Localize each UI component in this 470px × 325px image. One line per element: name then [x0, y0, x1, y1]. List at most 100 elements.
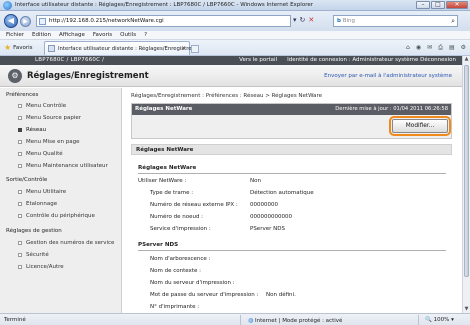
menu-favorites[interactable]: Favoris — [93, 31, 112, 39]
minimize-icon[interactable]: – — [416, 1, 430, 9]
tab-page-icon — [48, 45, 55, 52]
sidebar-item-source-papier[interactable]: Menu Source papier — [18, 115, 81, 121]
globe-icon: ◍ — [248, 317, 254, 324]
menu-tools[interactable]: Outils — [120, 31, 136, 39]
url-actions: ▾ ↻ ✕ — [293, 16, 314, 24]
sidebar-item-qualite[interactable]: Menu Qualité — [18, 151, 63, 157]
new-tab-button[interactable] — [191, 45, 199, 53]
forward-button[interactable]: ▶ — [20, 16, 31, 27]
sidebar-item-licence[interactable]: Licence/Autre — [18, 264, 64, 270]
sidebar-item-numeros-service[interactable]: Gestion des numéros de service — [18, 240, 114, 246]
status-text: Terminé — [4, 317, 26, 323]
page-icon — [39, 18, 46, 25]
favorites-label: Favoris — [13, 44, 33, 51]
security-zone: ◍ Internet | Mode protégé : activé — [248, 317, 343, 324]
device-bar: LBP7680C / LBP7660C / Vers le portail Id… — [0, 56, 462, 65]
sidebar-section-gestion: Réglages de gestion — [6, 228, 62, 234]
url-field[interactable]: http://192.168.0.215/networkNetWare.cgi — [36, 15, 291, 27]
sidebar-item-controle-peripherique[interactable]: Contrôle du périphérique — [18, 213, 95, 219]
zoom-level[interactable]: 🔍 100% ▾ — [425, 317, 454, 323]
setting-label: N° d'imprimante : — [150, 304, 200, 310]
setting-label: Utiliser NetWare : — [138, 178, 187, 184]
divider — [138, 250, 446, 251]
mail-icon[interactable]: ✉ — [427, 44, 432, 52]
sidebar-item-utilitaire[interactable]: Menu Utilitaire — [18, 189, 66, 195]
divider — [240, 315, 241, 325]
dropdown-arrow-icon[interactable]: ▾ — [293, 16, 297, 24]
breadcrumb: Réglages/Enregistrement : Préférences : … — [131, 93, 323, 99]
email-admin-link[interactable]: Envoyer par e-mail à l'administrateur sy… — [324, 73, 452, 79]
page-menu-icon[interactable]: ▤ — [449, 44, 455, 52]
stop-icon[interactable]: ✕ — [308, 16, 314, 24]
search-icon[interactable]: ⌕ — [451, 17, 455, 26]
tools-menu-icon[interactable]: ⚙ — [461, 44, 466, 52]
favorites-button[interactable]: ★ Favoris — [4, 43, 32, 52]
bullet-icon — [18, 139, 22, 144]
status-bar: Terminé ◍ Internet | Mode protégé : acti… — [0, 313, 470, 325]
section-title: Réglages NetWare — [136, 147, 194, 153]
menu-help[interactable]: ? — [144, 31, 147, 39]
setting-label: Nom du serveur d'impression : — [150, 280, 235, 286]
settings-panel: Réglages NetWare Dernière mise à jour : … — [131, 103, 452, 139]
vertical-scrollbar[interactable]: ▲ ▼ — [462, 56, 470, 313]
browser-tab[interactable]: Interface utilisateur distante : Réglage… — [44, 41, 199, 55]
settings-icon: ⚙ — [8, 69, 22, 83]
bullet-icon — [18, 151, 22, 156]
setting-label: Numéro de noeud : — [150, 214, 204, 220]
bullet-icon — [18, 127, 22, 132]
modify-button[interactable]: Modifier... — [389, 116, 451, 136]
divider — [138, 173, 446, 174]
favorites-bar: ★ Favoris Interface utilisateur distante… — [0, 40, 470, 56]
star-icon: ★ — [4, 43, 12, 52]
home-icon[interactable]: ⌂ — [406, 44, 410, 52]
menu-file[interactable]: Fichier — [6, 31, 24, 39]
sidebar-item-securite[interactable]: Sécurité — [18, 252, 49, 258]
window-controls: – □ ✕ — [416, 1, 468, 9]
refresh-icon[interactable]: ↻ — [300, 16, 306, 24]
menu-edit[interactable]: Edition — [32, 31, 51, 39]
bullet-icon — [18, 240, 22, 245]
scroll-thumb[interactable] — [464, 65, 469, 277]
setting-label: Type de trame : — [150, 190, 194, 196]
search-input[interactable]: b Bing ⌕ — [333, 15, 458, 27]
sidebar-item-maintenance[interactable]: Menu Maintenance utilisateur — [18, 163, 108, 169]
setting-value: 000000000000 — [250, 214, 292, 220]
nds-group-title: PServer NDS — [138, 242, 179, 248]
menu-view[interactable]: Affichage — [59, 31, 85, 39]
command-icons: ⌂ ◉ ✉ ⎙ ▤ ⚙ — [406, 44, 466, 52]
print-icon[interactable]: ⎙ — [438, 44, 443, 52]
ie-logo-icon — [3, 1, 12, 10]
setting-value: Non — [250, 178, 261, 184]
panel-body: Modifier... — [132, 115, 451, 138]
scroll-up-icon[interactable]: ▲ — [463, 56, 470, 63]
bullet-icon — [18, 163, 22, 168]
setting-value: Détection automatique — [250, 190, 314, 196]
bullet-icon — [18, 213, 22, 218]
search-placeholder: b Bing — [337, 18, 355, 24]
maximize-icon[interactable]: □ — [431, 1, 445, 9]
portal-link[interactable]: Vers le portail — [239, 57, 277, 63]
bullet-icon — [18, 189, 22, 194]
panel-title: Réglages NetWare — [135, 106, 193, 112]
scroll-down-icon[interactable]: ▼ — [463, 306, 470, 313]
tab-close-icon[interactable]: ✕ — [181, 45, 186, 52]
sidebar-item-mise-en-page[interactable]: Menu Mise en page — [18, 139, 79, 145]
setting-label: Nom d'arborescence : — [150, 256, 211, 262]
bullet-icon — [18, 264, 22, 269]
sidebar-item-menu-controle[interactable]: Menu Contrôle — [18, 103, 66, 109]
sidebar-item-etalonnage[interactable]: Etalonnage — [18, 201, 57, 207]
sidebar-nav: Préférences Menu Contrôle Menu Source pa… — [0, 88, 122, 313]
bullet-icon — [18, 103, 22, 108]
setting-label: Nom de contexte : — [150, 268, 201, 274]
sidebar-section-sortie: Sortie/Contrôle — [6, 177, 48, 183]
back-button[interactable]: ◀ — [4, 14, 18, 28]
setting-label: Mot de passe du serveur d'impression : — [150, 292, 259, 298]
feeds-icon[interactable]: ◉ — [416, 44, 421, 52]
device-name: LBP7680C / LBP7660C / — [35, 57, 105, 63]
setting-value: Non défini. — [266, 292, 296, 298]
sidebar-item-reseau[interactable]: Réseau — [18, 127, 46, 133]
divider — [418, 315, 419, 325]
bullet-icon — [18, 201, 22, 206]
login-identity-link[interactable]: Identité de connexion : Administrateur s… — [287, 57, 456, 63]
close-window-icon[interactable]: ✕ — [446, 1, 468, 9]
